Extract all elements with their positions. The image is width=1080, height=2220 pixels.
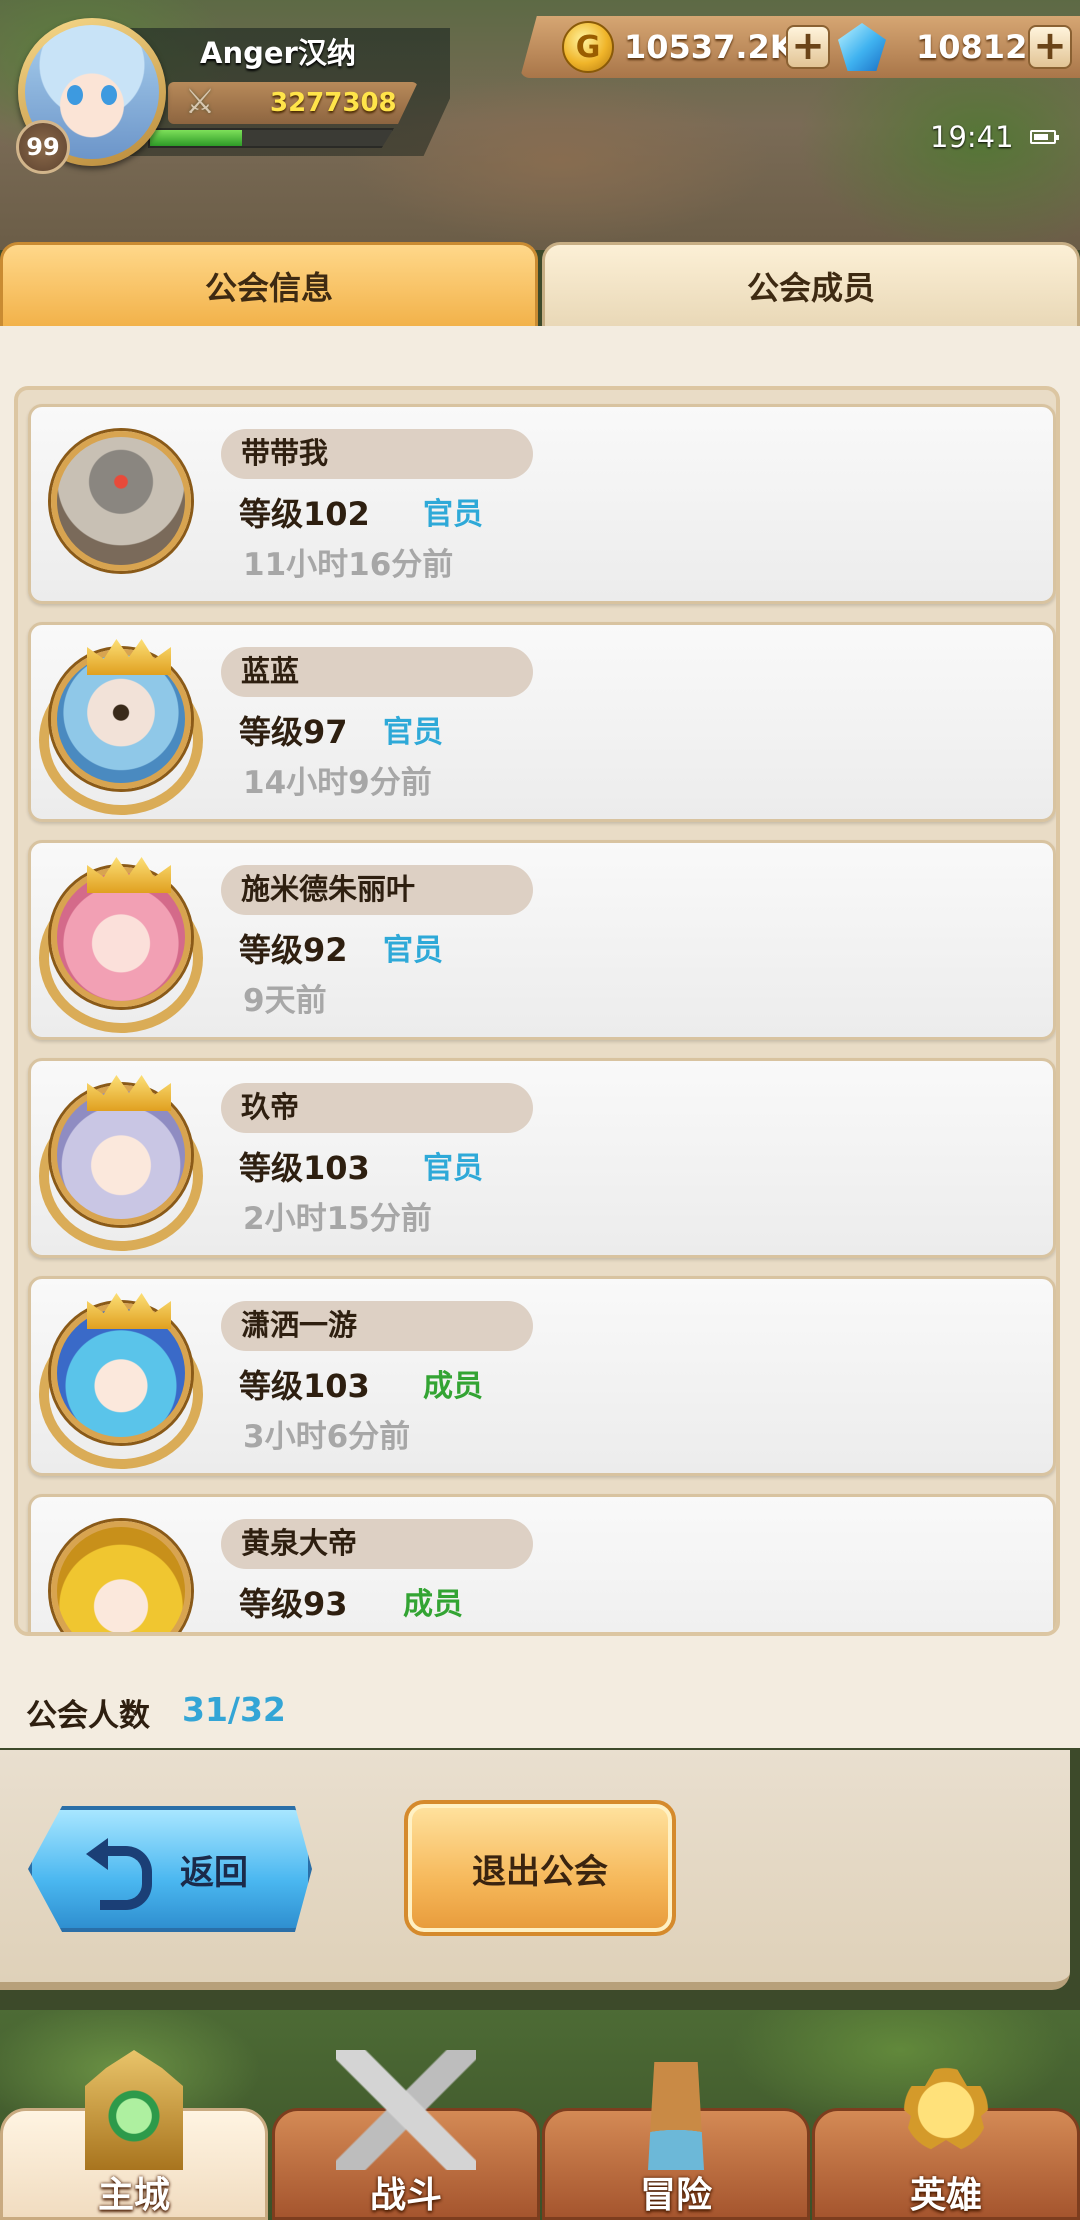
member-level: 等级103 — [239, 1149, 370, 1187]
exp-fill — [150, 130, 242, 146]
member-name: 蓝蓝 — [221, 647, 533, 697]
crossed-swords-icon: ⚔ — [184, 82, 216, 122]
member-role: 官员 — [423, 1151, 483, 1186]
member-name: 带带我 — [221, 429, 533, 479]
blonde-avatar-icon — [51, 1521, 191, 1632]
add-gems-button[interactable]: + — [1028, 25, 1072, 69]
power-value: 3277308 — [270, 88, 397, 118]
member-role: 官员 — [383, 715, 443, 750]
member-card[interactable]: 带带我 等级102 官员 11小时16分前 — [28, 404, 1056, 604]
member-card[interactable]: 施米德朱丽叶 等级92 官员 9天前 — [28, 840, 1056, 1040]
tab-guild-info[interactable]: 公会信息 — [0, 242, 538, 326]
nav-label-heroes: 英雄 — [909, 2175, 982, 2216]
member-card[interactable]: 潇洒一游 等级103 成员 3小时6分前 — [28, 1276, 1056, 1476]
back-button[interactable]: 返回 — [28, 1806, 312, 1932]
player-level-badge: 99 — [16, 120, 70, 174]
member-last-online: 14小时9分前 — [243, 765, 432, 801]
gold-currency: G 10537.2K + — [562, 18, 830, 76]
tab-guild-members[interactable]: 公会成员 — [542, 242, 1080, 326]
member-name: 黄泉大帝 — [221, 1519, 533, 1569]
member-last-online: 9天前 — [243, 983, 327, 1019]
gem-currency: 10812 + — [838, 18, 1072, 76]
member-last-online: 2小时15分前 — [243, 1201, 432, 1237]
status-clock: 19:41 — [930, 120, 1014, 154]
quit-guild-button[interactable]: 退出公会 — [404, 1800, 676, 1936]
nav-label-main-city: 主城 — [97, 2175, 170, 2216]
back-label: 返回 — [180, 1852, 248, 1893]
swords-icon — [336, 2050, 476, 2170]
member-list[interactable]: 带带我 等级102 官员 11小时16分前 蓝蓝 等级97 官员 14小时9分前… — [14, 386, 1060, 1636]
member-card[interactable]: 玖帝 等级103 官员 2小时15分前 — [28, 1058, 1056, 1258]
member-level: 等级93 — [239, 1585, 348, 1623]
member-level: 等级92 — [239, 931, 348, 969]
member-name: 潇洒一游 — [221, 1301, 533, 1351]
nav-label-battle: 战斗 — [369, 2175, 442, 2216]
gold-value: 10537.2K — [624, 28, 795, 66]
member-role: 官员 — [383, 933, 443, 968]
member-count-value: 31/32 — [182, 1690, 286, 1729]
member-card[interactable]: 黄泉大帝 等级93 成员 — [28, 1494, 1056, 1632]
battery-icon — [1030, 130, 1059, 144]
member-level: 等级102 — [239, 495, 370, 533]
member-last-online: 3小时6分前 — [243, 1419, 411, 1455]
member-name: 施米德朱丽叶 — [221, 865, 533, 915]
member-count-label: 公会人数 — [26, 1698, 150, 1734]
back-arrow-icon — [86, 1838, 154, 1910]
member-name: 玖帝 — [221, 1083, 533, 1133]
member-role: 官员 — [423, 497, 483, 532]
member-role: 成员 — [423, 1369, 483, 1404]
member-last-online: 11小时16分前 — [243, 547, 454, 583]
exp-bar — [148, 128, 394, 148]
diamond-icon — [838, 23, 886, 71]
member-role: 成员 — [403, 1587, 463, 1622]
player-name: Anger汉纳 — [200, 36, 356, 70]
gem-value: 10812 — [916, 28, 1028, 66]
gold-coin-icon: G — [562, 21, 614, 73]
robot-avatar-icon — [51, 431, 191, 571]
add-gold-button[interactable]: + — [786, 25, 830, 69]
member-level: 等级97 — [239, 713, 348, 751]
member-level: 等级103 — [239, 1367, 370, 1405]
member-card[interactable]: 蓝蓝 等级97 官员 14小时9分前 — [28, 622, 1056, 822]
nav-label-adventure: 冒险 — [639, 2175, 712, 2216]
